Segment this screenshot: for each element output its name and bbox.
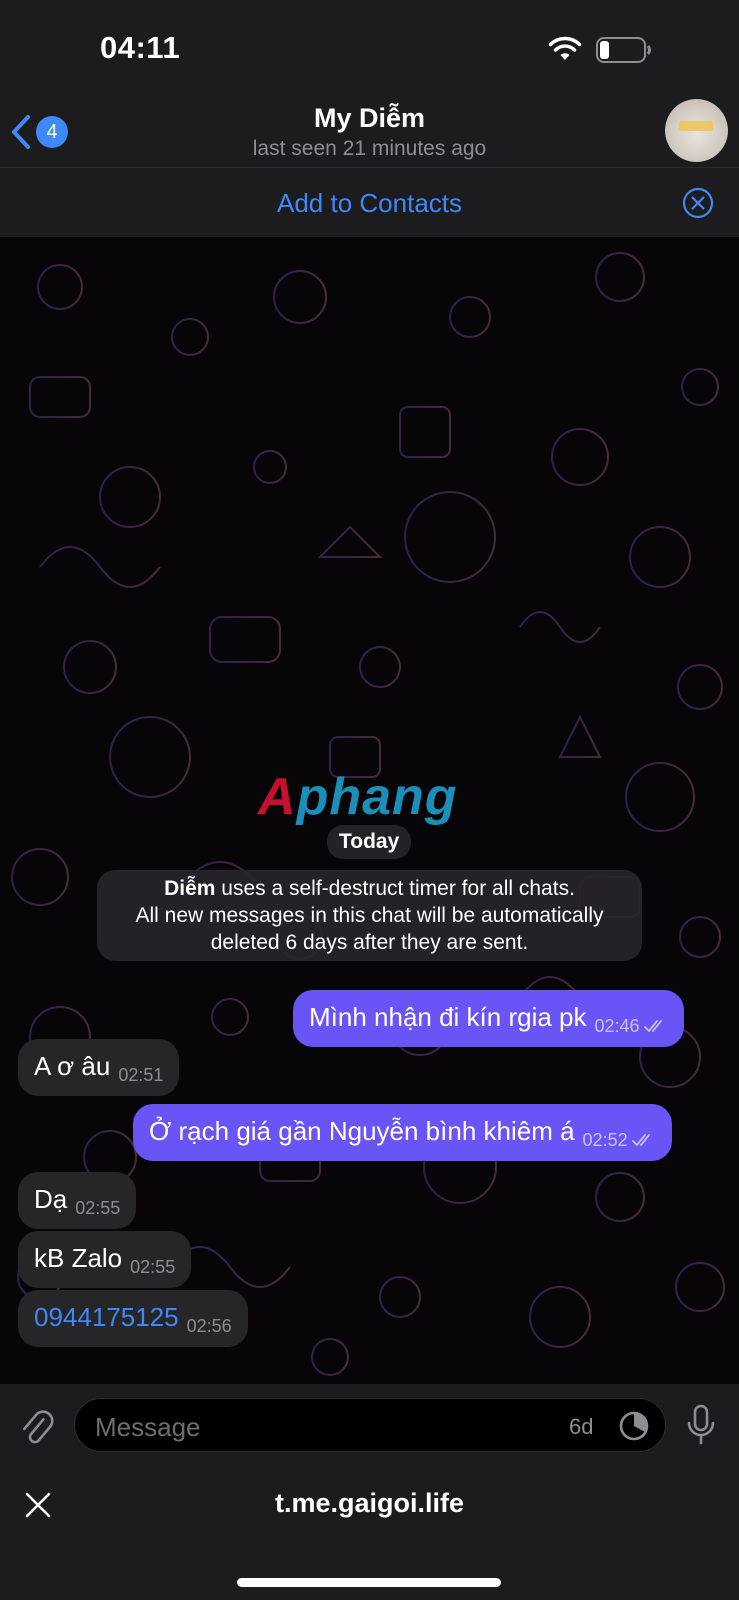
date-separator: Today [327,825,412,859]
chat-area[interactable]: Aphang Today Diễm uses a self-destruct t… [0,237,739,1384]
message-time: 02:55 [130,1257,176,1277]
avatar[interactable] [665,99,728,162]
url-text[interactable]: t.me.gaigoi.life [0,1488,739,1519]
service-msg-line3: deleted 6 days after they are sent. [210,931,529,954]
message-time: 02:51 [118,1065,164,1085]
last-seen-status: last seen 21 minutes ago [252,137,487,160]
watermark-logo: Aphang [258,768,458,826]
message-bubble-incoming[interactable]: Dạ 02:55 [18,1172,137,1229]
message-text: Mình nhận đi kín rgia pk [309,1002,587,1032]
home-indicator[interactable] [237,1578,501,1587]
message-time: 02:52 [582,1130,628,1150]
message-time: 02:56 [186,1316,232,1336]
message-bubble-outgoing[interactable]: Mình nhận đi kín rgia pk 02:46 [293,990,684,1047]
message-composer: Message 6d [0,1384,739,1468]
self-destruct-timer-label[interactable]: 6d [569,1414,593,1440]
message-text: A ơ âu [34,1051,111,1081]
add-contact-bar: Add to Contacts [0,168,739,237]
chat-title[interactable]: My Diễm [0,103,739,134]
message-bubble-incoming[interactable]: kB Zalo 02:55 [18,1231,192,1288]
self-destruct-notice: Diễm uses a self-destruct timer for all … [97,870,642,961]
add-to-contacts-button[interactable]: Add to Contacts [0,188,739,219]
message-input[interactable]: Message 6d [74,1398,666,1452]
service-msg-name: Diễm [164,877,216,900]
message-text: kB Zalo [34,1243,123,1273]
message-placeholder: Message [95,1412,201,1442]
service-msg-line2: All new messages in this chat will be au… [135,904,604,927]
phone-number-link[interactable]: 0944175125 [34,1302,179,1332]
message-time: 02:55 [75,1198,121,1218]
message-bubble-outgoing[interactable]: Ở rạch giá gần Nguyễn bình khiêm á 02:52 [133,1104,672,1161]
attach-icon[interactable] [18,1406,54,1446]
message-text: Ở rạch giá gần Nguyễn bình khiêm á [149,1116,575,1146]
mic-icon[interactable] [686,1404,716,1446]
browser-url-bar: t.me.gaigoi.life [0,1468,739,1600]
message-bubble-incoming[interactable]: A ơ âu 02:51 [18,1039,180,1096]
message-text: Dạ [34,1184,68,1214]
wifi-icon [548,36,582,60]
close-circle-icon[interactable] [682,187,714,219]
message-bubble-incoming[interactable]: 0944175125 02:56 [18,1290,248,1347]
service-msg-line1: uses a self-destruct timer for all chats… [215,877,575,900]
battery-icon [596,37,651,63]
chat-header: 4 My Diễm last seen 21 minutes ago [0,95,739,168]
double-check-icon [643,1020,662,1032]
status-bar: 04:11 [0,0,739,95]
status-time: 04:11 [100,30,181,65]
double-check-icon [631,1134,650,1146]
message-time: 02:46 [594,1016,640,1036]
timer-icon[interactable] [618,1410,650,1442]
avatar-sticker [679,121,713,131]
